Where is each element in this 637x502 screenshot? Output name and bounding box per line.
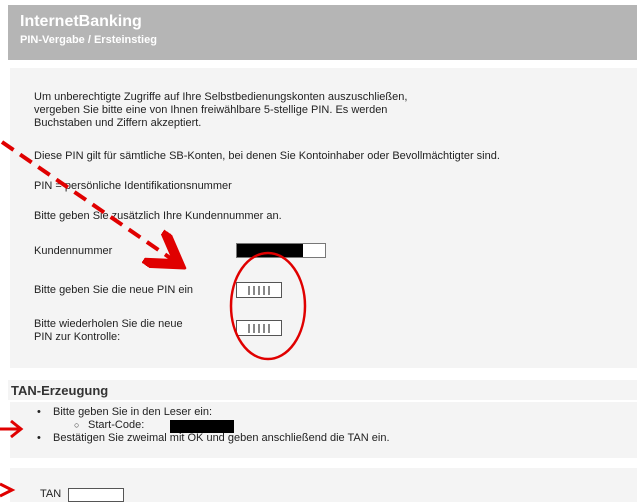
redaction-bar [237,244,303,257]
app-title: InternetBanking [20,13,142,30]
intro-line-2: vergeben Sie bitte eine von Ihnen freiwä… [34,104,388,116]
pin-definition: PIN = persönliche Identifikationsnummer [34,180,232,192]
tan-label: TAN [40,488,62,500]
new-pin-label: Bitte geben Sie die neue PIN ein [34,284,194,296]
repeat-pin-input[interactable] [236,320,282,336]
new-pin-input[interactable] [236,282,282,298]
kundennummer-hint: Bitte geben Sie zusätzlich Ihre Kundennu… [34,210,282,222]
subbullet-circle: ○ [74,420,80,430]
kundennummer-label: Kundennummer [34,245,113,257]
intro-line-1: Um unberechtigte Zugriffe auf Ihre Selbs… [34,91,408,103]
repeat-pin-label-1: Bitte wiederholen Sie die neue [34,318,183,330]
tan-bullet-2: Bestätigen Sie zweimal mit OK und geben … [53,432,390,444]
page-header: InternetBanking PIN-Vergabe / Ersteinsti… [8,5,637,60]
tan-input[interactable] [68,488,124,502]
sb-note: Diese PIN gilt für sämtliche SB-Konten, … [34,150,500,162]
tan-heading: TAN-Erzeugung [11,383,109,398]
tan-heading-bar: TAN-Erzeugung [8,380,637,400]
start-code-label: Start-Code: [88,419,145,431]
intro-line-3: Buchstaben und Ziffern akzeptiert. [34,117,202,129]
bullet-dot: • [37,406,41,418]
repeat-pin-label-2: PIN zur Kontrolle: [34,331,121,343]
tan-bullet-1: Bitte geben Sie in den Leser ein: [53,406,213,418]
bullet-dot: • [37,432,41,444]
kundennummer-input[interactable] [236,243,326,258]
page-subtitle: PIN-Vergabe / Ersteinstieg [20,34,157,46]
